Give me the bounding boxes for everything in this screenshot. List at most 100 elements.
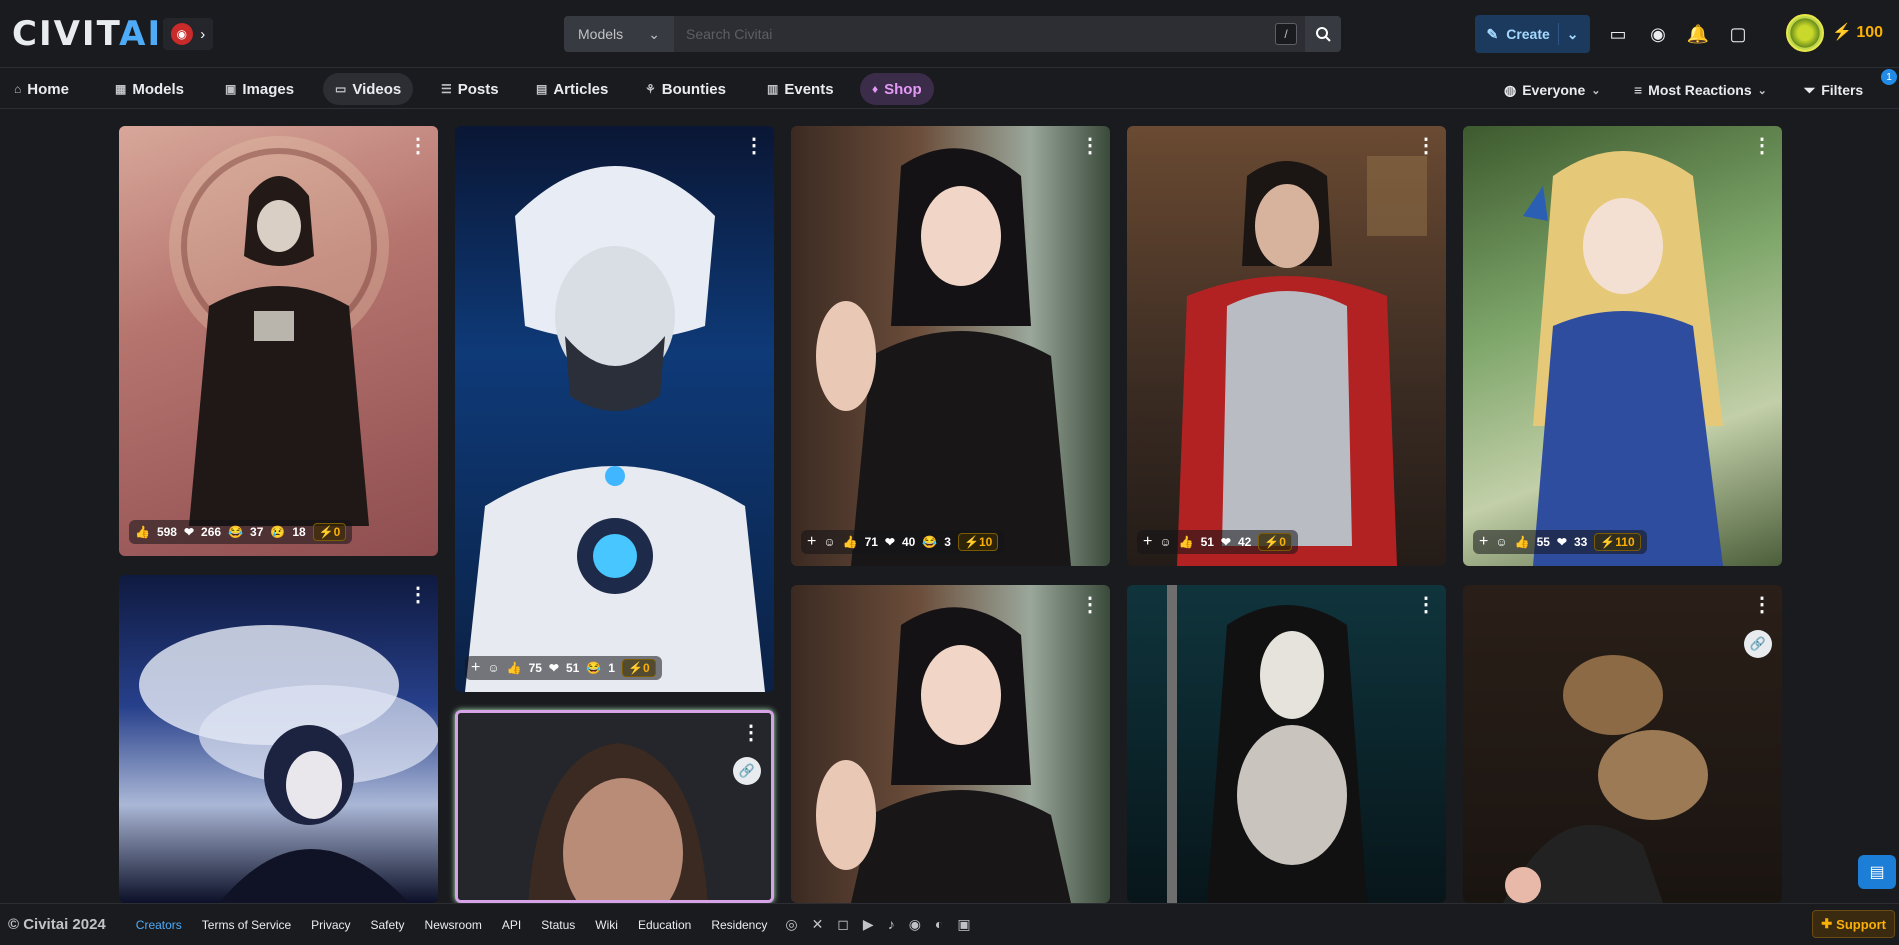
brand-menu-button[interactable]: ◉ › (163, 18, 213, 50)
card-artwork (816, 607, 1071, 903)
filters-button[interactable]: ⏷ Filters (1804, 79, 1863, 101)
sort-select[interactable]: ≡ Most Reactions ⌄ (1634, 79, 1767, 101)
smile-icon[interactable]: ☺ (1159, 535, 1171, 549)
card-artwork (169, 136, 389, 526)
image-card[interactable]: ⋮ 👍 598 ❤ 266 😂 37 😢 18 ⚡0 (119, 126, 438, 556)
card-menu-icon[interactable]: ⋮ (1752, 595, 1772, 615)
nav-articles[interactable]: ▤ Articles (524, 73, 620, 105)
card-menu-icon[interactable]: ⋮ (1080, 595, 1100, 615)
thumbs-up-icon[interactable]: 👍 (843, 535, 858, 549)
avatar[interactable] (1786, 14, 1824, 52)
image-card[interactable]: ⋮ + ☺ 👍 51 ❤ 42 ⚡0 (1127, 126, 1446, 566)
footer-link-creators[interactable]: Creators (136, 918, 182, 932)
photo-icon: ▣ (225, 82, 237, 96)
smile-icon[interactable]: ☺ (823, 535, 835, 549)
nav-bounties[interactable]: ⚘ Bounties (633, 73, 738, 105)
laugh-icon[interactable]: 😂 (586, 661, 601, 675)
link-icon[interactable]: 🔗 (733, 757, 761, 785)
chat-widget-icon[interactable]: ▤ (1858, 855, 1896, 889)
image-card[interactable]: ⋮ + ☺ 👍 75 ❤ 51 😂 1 ⚡0 (455, 126, 774, 692)
add-reaction-icon[interactable]: + (1143, 533, 1152, 551)
card-menu-icon[interactable]: ⋮ (408, 585, 428, 605)
chat-icon[interactable]: ▢ (1726, 22, 1750, 46)
nav-models[interactable]: ▦ Models (103, 73, 196, 105)
footer-link-privacy[interactable]: Privacy (311, 918, 350, 932)
footer-link-api[interactable]: API (502, 918, 521, 932)
smile-icon[interactable]: ☺ (487, 661, 499, 675)
add-reaction-icon[interactable]: + (807, 533, 816, 551)
footer-link-safety[interactable]: Safety (371, 918, 405, 932)
thumbs-up-icon[interactable]: 👍 (1179, 535, 1194, 549)
smile-icon[interactable]: ☺ (1495, 535, 1507, 549)
nav-home[interactable]: ⌂ Home (2, 73, 81, 105)
card-menu-icon[interactable]: ⋮ (744, 136, 764, 156)
card-menu-icon[interactable]: ⋮ (1752, 136, 1772, 156)
image-card[interactable]: ⋮ + ☺ 👍 71 ❤ 40 😂 3 ⚡10 (791, 126, 1110, 566)
nav-posts[interactable]: ☰ Posts (429, 73, 511, 105)
support-button[interactable]: ✚ Support (1812, 910, 1895, 938)
youtube-icon[interactable]: ▶ (863, 916, 874, 933)
bell-icon[interactable]: 🔔 (1686, 22, 1710, 46)
footer-link-status[interactable]: Status (541, 918, 575, 932)
chevron-down-icon[interactable]: ⌄ (1567, 26, 1579, 43)
laugh-icon[interactable]: 😂 (922, 535, 937, 549)
laugh-icon[interactable]: 😂 (228, 525, 243, 539)
cry-icon[interactable]: 😢 (270, 525, 285, 539)
nav-videos[interactable]: ▭ Videos (323, 73, 414, 105)
image-card[interactable]: ⋮ (791, 585, 1110, 903)
tip-buzz-button[interactable]: ⚡0 (1258, 533, 1292, 551)
heart-icon[interactable]: ❤ (1221, 535, 1231, 549)
image-card[interactable]: ⋮ (1127, 585, 1446, 903)
buzz-balance[interactable]: ⚡ 100 (1832, 22, 1883, 42)
instagram-icon[interactable]: ◻ (837, 916, 849, 933)
monitor-icon[interactable]: ▭ (1606, 22, 1630, 46)
footer-link-newsroom[interactable]: Newsroom (425, 918, 482, 932)
thumbs-up-icon[interactable]: 👍 (507, 661, 522, 675)
create-label: Create (1506, 26, 1550, 42)
search-type-select[interactable]: Models ⌄ (564, 16, 674, 52)
nav-shop[interactable]: ♦ Shop (860, 73, 934, 105)
tip-buzz-button[interactable]: ⚡0 (621, 659, 656, 677)
add-reaction-icon[interactable]: + (1479, 533, 1488, 551)
copyright: © Civitai 2024 (8, 916, 106, 933)
footer-link-terms[interactable]: Terms of Service (202, 918, 291, 932)
twitch-icon[interactable]: ▣ (957, 916, 970, 933)
image-card[interactable]: ⋮ + ☺ 👍 55 ❤ 33 ⚡110 (1463, 126, 1782, 566)
reddit-icon[interactable]: ◉ (909, 916, 921, 933)
tip-buzz-button[interactable]: ⚡0 (312, 523, 347, 541)
thumbs-up-icon[interactable]: 👍 (1515, 535, 1530, 549)
x-icon[interactable]: ✕ (812, 916, 824, 933)
image-card[interactable]: ⋮ 🔗 (455, 710, 774, 903)
heart-icon[interactable]: ❤ (885, 535, 895, 549)
image-card[interactable]: ⋮ (119, 575, 438, 903)
nav-images[interactable]: ▣ Images (213, 73, 306, 105)
civitai-logo[interactable]: CIVITAI (12, 17, 162, 51)
thumbs-up-icon[interactable]: 👍 (135, 525, 150, 539)
heart-icon[interactable]: ❤ (184, 525, 194, 539)
search-input[interactable] (674, 16, 1275, 52)
footer-link-education[interactable]: Education (638, 918, 691, 932)
footer-link-residency[interactable]: Residency (711, 918, 767, 932)
nav-events[interactable]: ▥ Events (755, 73, 846, 105)
create-button[interactable]: ✎ Create ⌄ (1475, 15, 1590, 53)
github-icon[interactable]: ◐ (935, 916, 943, 933)
image-card[interactable]: ⋮ 🔗 (1463, 585, 1782, 903)
card-menu-icon[interactable]: ⋮ (408, 136, 428, 156)
card-menu-icon[interactable]: ⋮ (741, 723, 761, 743)
calendar-icon: ▥ (767, 82, 779, 96)
link-icon[interactable]: 🔗 (1744, 630, 1772, 658)
eye-icon[interactable]: ◉ (1646, 22, 1670, 46)
card-menu-icon[interactable]: ⋮ (1416, 136, 1436, 156)
discord-icon[interactable]: ◎ (785, 916, 797, 933)
tiktok-icon[interactable]: ♪ (888, 916, 895, 933)
tip-buzz-button[interactable]: ⚡110 (1594, 533, 1641, 551)
footer-link-wiki[interactable]: Wiki (595, 918, 618, 932)
search-icon[interactable] (1305, 16, 1341, 52)
add-reaction-icon[interactable]: + (471, 659, 480, 677)
audience-select[interactable]: ◍ Everyone ⌄ (1504, 79, 1600, 101)
tip-buzz-button[interactable]: ⚡10 (957, 533, 999, 551)
card-menu-icon[interactable]: ⋮ (1416, 595, 1436, 615)
heart-icon[interactable]: ❤ (549, 661, 559, 675)
heart-icon[interactable]: ❤ (1557, 535, 1567, 549)
card-menu-icon[interactable]: ⋮ (1080, 136, 1100, 156)
